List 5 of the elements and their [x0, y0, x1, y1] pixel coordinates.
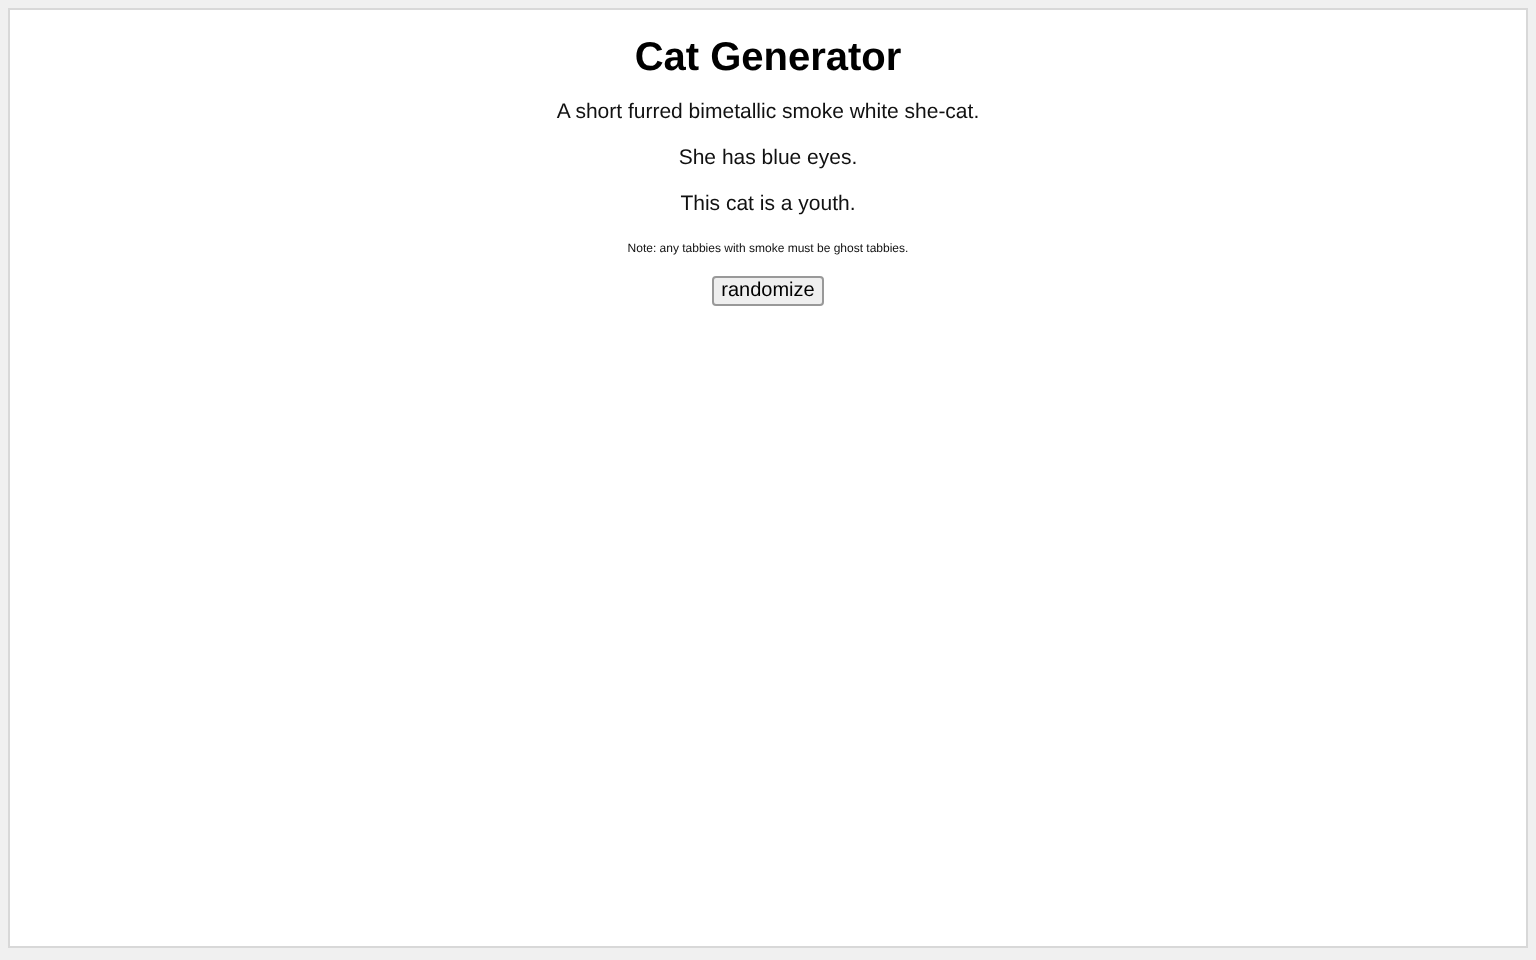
- randomize-button[interactable]: randomize: [711, 276, 825, 306]
- description-text: She has blue eyes.: [678, 146, 858, 170]
- description-text: A short furred bimetallic smoke white she-cat.: [556, 100, 980, 124]
- description-text: This cat is a youth.: [680, 192, 856, 216]
- page-title: Cat Generator: [634, 36, 902, 82]
